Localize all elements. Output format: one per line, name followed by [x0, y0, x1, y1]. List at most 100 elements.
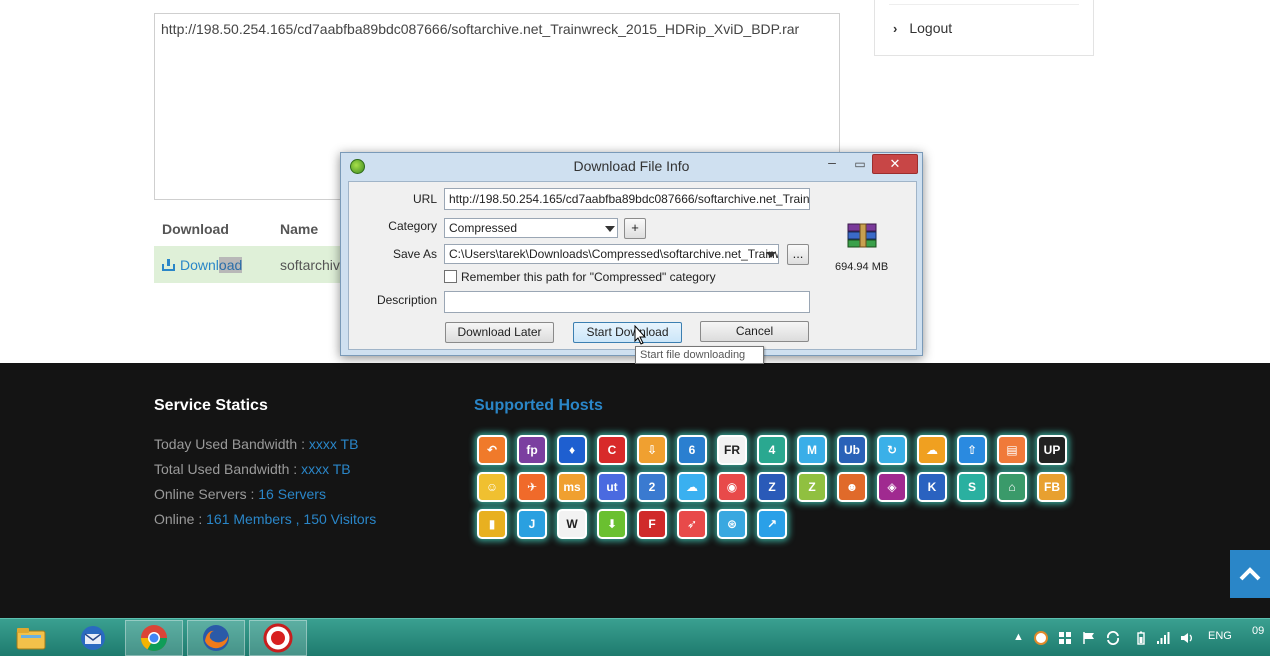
menu-divider	[889, 4, 1079, 5]
host-logo-icon[interactable]: ➶	[677, 509, 707, 539]
supported-hosts-grid: ↶ fp ♦ C ⇩ 6 FR 4 M Ub ↻ ☁ ⇧ ▤ UP ☺ ✈ ms ut 2 ☁ ◉ Z Z ☻ ◈ K S ⌂ FB ▮ J W…	[477, 435, 1077, 539]
chevron-down-icon	[765, 249, 776, 261]
host-logo-icon[interactable]: ⇩	[637, 435, 667, 465]
host-logo-icon[interactable]: FR	[717, 435, 747, 465]
taskbar-thunderbird[interactable]	[64, 620, 122, 656]
host-logo-icon[interactable]: ♦	[557, 435, 587, 465]
site-footer: Service Statics Today Used Bandwidth : x…	[0, 363, 1270, 618]
description-label: Description	[376, 293, 437, 307]
logout-label: Logout	[909, 20, 953, 36]
category-label: Category	[388, 219, 437, 233]
host-logo-icon[interactable]: ☁	[917, 435, 947, 465]
add-category-button[interactable]: +	[624, 218, 646, 239]
download-later-button[interactable]: Download Later	[445, 322, 554, 343]
chevron-down-icon	[604, 223, 615, 235]
taskbar-chrome[interactable]	[125, 620, 183, 656]
host-logo-icon[interactable]: fp	[517, 435, 547, 465]
folder-icon	[16, 628, 46, 650]
host-logo-icon[interactable]: 2	[637, 472, 667, 502]
record-icon	[263, 623, 293, 653]
taskbar-recorder[interactable]	[249, 620, 307, 656]
logout-link[interactable]: › Logout	[893, 20, 952, 36]
host-logo-icon[interactable]: ☺	[477, 472, 507, 502]
host-logo-icon[interactable]: 6	[677, 435, 707, 465]
start-download-button[interactable]: Start Download	[573, 322, 682, 343]
url-field[interactable]: http://198.50.254.165/cd7aabfba89bdc0876…	[444, 188, 810, 210]
host-logo-icon[interactable]: M	[797, 435, 827, 465]
host-logo-icon[interactable]: ▮	[477, 509, 507, 539]
back-to-top-button[interactable]	[1230, 550, 1270, 598]
host-logo-icon[interactable]: ☻	[837, 472, 867, 502]
save-as-label: Save As	[392, 247, 437, 261]
language-indicator[interactable]: ENG	[1208, 630, 1232, 642]
close-icon: ✕	[889, 156, 901, 171]
windows-icon[interactable]	[1058, 631, 1072, 645]
host-logo-icon[interactable]: ↗	[757, 509, 787, 539]
host-logo-icon[interactable]: C	[597, 435, 627, 465]
host-logo-icon[interactable]: F	[637, 509, 667, 539]
column-header-download: Download	[162, 221, 229, 237]
signal-icon[interactable]	[1156, 631, 1170, 645]
winrar-file-icon	[847, 223, 877, 248]
supported-hosts-title: Supported Hosts	[474, 397, 603, 414]
battery-icon[interactable]	[1134, 631, 1148, 645]
taskbar-firefox[interactable]	[187, 620, 245, 656]
minimize-button[interactable]: –	[825, 155, 839, 171]
volume-icon[interactable]	[1180, 631, 1194, 645]
mouse-cursor-icon	[634, 325, 646, 345]
taskbar-file-explorer[interactable]	[2, 620, 60, 656]
cancel-button[interactable]: Cancel	[700, 321, 809, 342]
host-logo-icon[interactable]: ↶	[477, 435, 507, 465]
host-logo-icon[interactable]: ⬇	[597, 509, 627, 539]
host-logo-icon[interactable]: ✈	[517, 472, 547, 502]
host-logo-icon[interactable]: Z	[797, 472, 827, 502]
stat-online: Online : 161 Members , 150 Visitors	[154, 511, 377, 527]
host-logo-icon[interactable]: ms	[557, 472, 587, 502]
start-download-tooltip: Start file downloading	[635, 346, 764, 364]
chrome-icon	[140, 625, 168, 652]
sync-icon[interactable]	[1106, 631, 1120, 645]
firefox-icon	[203, 625, 229, 651]
host-logo-icon[interactable]: Ub	[837, 435, 867, 465]
stat-total: Total Used Bandwidth : xxxx TB	[154, 461, 351, 477]
host-logo-icon[interactable]: ⌂	[997, 472, 1027, 502]
file-size-label: 694.94 MB	[835, 261, 889, 273]
host-logo-icon[interactable]: W	[557, 509, 587, 539]
host-logo-icon[interactable]: ▤	[997, 435, 1027, 465]
selected-text: oad	[218, 257, 243, 273]
stat-servers: Online Servers : 16 Servers	[154, 486, 326, 502]
close-button[interactable]: ✕	[872, 154, 918, 174]
host-logo-icon[interactable]: ◈	[877, 472, 907, 502]
remember-path-checkbox[interactable]	[444, 270, 457, 283]
download-link[interactable]: Download	[162, 257, 243, 273]
host-logo-icon[interactable]: ↻	[877, 435, 907, 465]
service-stats-list: Today Used Bandwidth : xxxx TB Total Use…	[154, 432, 376, 532]
tray-recorder-icon[interactable]	[1034, 631, 1048, 645]
user-menu-box: › Logout	[874, 0, 1094, 56]
host-logo-icon[interactable]: J	[517, 509, 547, 539]
browse-button[interactable]: ...	[787, 244, 809, 265]
host-logo-icon[interactable]: K	[917, 472, 947, 502]
host-logo-icon[interactable]: ⊛	[717, 509, 747, 539]
show-hidden-icons-chevron[interactable]: ▲	[1013, 631, 1024, 643]
host-logo-icon[interactable]: ☁	[677, 472, 707, 502]
download-icon	[162, 259, 175, 271]
host-logo-icon[interactable]: UP	[1037, 435, 1067, 465]
host-logo-icon[interactable]: ⇧	[957, 435, 987, 465]
category-select[interactable]: Compressed	[444, 218, 618, 238]
column-header-name: Name	[280, 221, 319, 237]
file-name-cell: softarchive	[280, 257, 348, 273]
host-logo-icon[interactable]: S	[957, 472, 987, 502]
clock[interactable]: 09	[1252, 625, 1264, 637]
host-logo-icon[interactable]: ◉	[717, 472, 747, 502]
generated-link-text[interactable]: http://198.50.254.165/cd7aabfba89bdc0876…	[161, 21, 799, 37]
save-as-select[interactable]: C:\Users\tarek\Downloads\Compressed\soft…	[444, 244, 779, 264]
host-logo-icon[interactable]: ut	[597, 472, 627, 502]
flag-icon[interactable]	[1082, 631, 1096, 645]
host-logo-icon[interactable]: 4	[757, 435, 787, 465]
description-field[interactable]	[444, 291, 810, 313]
host-logo-icon[interactable]: FB	[1037, 472, 1067, 502]
host-logo-icon[interactable]: Z	[757, 472, 787, 502]
windows-taskbar: ▲ ENG 09	[0, 618, 1270, 656]
maximize-button[interactable]: ▭	[853, 157, 867, 171]
